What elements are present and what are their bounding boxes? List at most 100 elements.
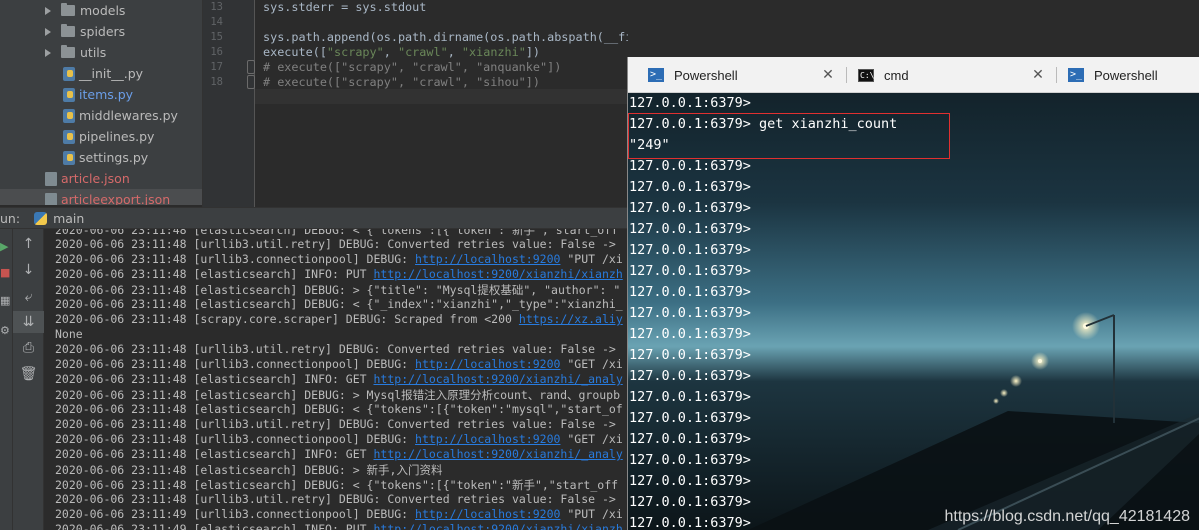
layout-icon[interactable]: ▦ (0, 291, 13, 309)
log-link[interactable]: http://localhost:9200 (415, 507, 560, 521)
log-line: 2020-06-06 23:11:48 [elasticsearch] DEBU… (55, 463, 443, 477)
close-icon[interactable]: ✕ (1031, 68, 1045, 82)
log-line: 2020-06-06 23:11:49 [elasticsearch] INFO… (55, 522, 623, 530)
terminal-line: 127.0.0.1:6379> (629, 158, 751, 174)
log-link[interactable]: http://localhost:9200 (415, 252, 560, 266)
tab-divider (846, 67, 847, 83)
print-icon[interactable]: ⎙ (13, 337, 44, 359)
run-side-toolbar: ▶ ■ ▦ ⚙ (0, 229, 13, 530)
trash-icon[interactable]: 🗑 (13, 363, 44, 385)
tree-item-spiders[interactable]: spiders (0, 21, 202, 42)
terminal-line: 127.0.0.1:6379> (629, 95, 751, 111)
tree-item-utils[interactable]: utils (0, 42, 202, 63)
code-line: execute(["scrapy", "crawl", "xianzhi"]) (263, 45, 541, 59)
terminal-line: 127.0.0.1:6379> (629, 242, 751, 258)
terminal-line: 127.0.0.1:6379> (629, 452, 751, 468)
code-line: sys.path.append(os.path.dirname(os.path.… (263, 30, 628, 44)
tree-item-models[interactable]: models (0, 0, 202, 21)
tab-cmd[interactable]: C:\ cmd (858, 57, 909, 93)
log-line: 2020-06-06 23:11:48 [elasticsearch] INFO… (55, 447, 623, 461)
log-line: 2020-06-06 23:11:48 [urllib3.connectionp… (55, 432, 623, 446)
run-config-tab[interactable]: main (53, 211, 84, 226)
log-line: 2020-06-06 23:11:48 [elasticsearch] DEBU… (55, 402, 623, 416)
line-number: 16 (210, 46, 223, 58)
powershell-icon: >_ (1068, 68, 1084, 82)
settings-icon[interactable]: ⚙ (0, 321, 13, 339)
log-link[interactable]: http://localhost:9200 (415, 357, 560, 371)
tab-powershell-1[interactable]: >_ Powershell (648, 57, 738, 93)
fold-marker-icon[interactable] (247, 75, 255, 89)
tree-item-articleexport-json[interactable]: articleexport.json (0, 189, 202, 205)
code-line-comment: # execute(["scrapy", "crawl", "anquanke"… (263, 60, 562, 74)
tree-item-label: spiders (80, 24, 126, 39)
log-line: 2020-06-06 23:11:48 [elasticsearch] INFO… (55, 267, 623, 281)
log-line: 2020-06-06 23:11:48 [scrapy.core.scraper… (55, 312, 623, 326)
terminal-line: 127.0.0.1:6379> (629, 200, 751, 216)
tree-item-article-json[interactable]: article.json (0, 168, 202, 189)
line-number: 15 (210, 31, 223, 43)
line-number: 14 (210, 16, 223, 28)
python-file-icon (63, 108, 75, 123)
folder-icon (61, 45, 75, 58)
terminal-line: "249" (629, 137, 670, 153)
expand-arrow-icon[interactable] (45, 27, 51, 36)
soft-wrap-icon[interactable]: ⤶ (13, 286, 44, 308)
log-line: None (55, 327, 83, 341)
log-line: 2020-06-06 23:11:48 [elasticsearch] DEBU… (55, 297, 623, 311)
code-line: sys.stderr = sys.stdout (263, 0, 427, 14)
scroll-down-icon[interactable]: ↓ (13, 259, 44, 281)
console-toolbar: ↑ ↓ ⤶ ⇊ ⎙ 🗑 (13, 229, 44, 530)
scroll-up-icon[interactable]: ↑ (13, 233, 44, 255)
tab-powershell-2[interactable]: >_ Powershell (1068, 57, 1158, 93)
json-file-icon (45, 192, 57, 205)
fold-marker-icon[interactable] (247, 60, 255, 74)
log-link[interactable]: http://localhost:9200 (415, 432, 560, 446)
log-link[interactable]: http://localhost:9200/xianzhi/xianzh (374, 267, 623, 281)
log-link[interactable]: http://localhost:9200/xianzhi/xianzh (374, 522, 623, 530)
terminal-line: 127.0.0.1:6379> (629, 494, 751, 510)
folder-icon (61, 24, 75, 37)
log-link[interactable]: http://localhost:9200/xianzhi/_analy (374, 447, 623, 461)
cmd-icon: C:\ (858, 68, 875, 82)
project-tree: models spiders utils __init__.py items.p… (0, 0, 202, 205)
tab-label: Powershell (674, 67, 738, 83)
log-line: 2020-06-06 23:11:48 [elasticsearch] INFO… (55, 372, 623, 386)
tree-item-pipelines[interactable]: pipelines.py (0, 126, 202, 147)
rerun-icon[interactable]: ▶ (0, 237, 13, 255)
tab-label: Powershell (1094, 67, 1158, 83)
log-line: 2020-06-06 23:11:48 [elasticsearch] DEBU… (55, 478, 619, 492)
tab-label: cmd (884, 67, 909, 83)
log-link[interactable]: https://xz.aliy (519, 312, 623, 326)
expand-arrow-icon[interactable] (45, 48, 51, 57)
log-line: 2020-06-06 23:11:48 [urllib3.util.retry]… (55, 237, 623, 251)
current-line-highlight (255, 89, 628, 104)
terminal-tab-bar: >_ Powershell ✕ C:\ cmd ✕ >_ Powershell (628, 57, 1199, 93)
json-file-icon (45, 171, 57, 186)
tree-item-init[interactable]: __init__.py (0, 63, 202, 84)
tree-item-middlewares[interactable]: middlewares.py (0, 105, 202, 126)
terminal-line: 127.0.0.1:6379> (629, 368, 751, 384)
line-number: 18 (210, 76, 223, 88)
terminal-background: 127.0.0.1:6379> 127.0.0.1:6379> get xianz… (628, 93, 1199, 530)
python-file-icon (63, 87, 75, 102)
tree-item-label: settings.py (79, 150, 149, 165)
scroll-to-end-icon[interactable]: ⇊ (13, 311, 44, 333)
terminal-window[interactable]: >_ Powershell ✕ C:\ cmd ✕ >_ Powershell (627, 57, 1199, 530)
log-link[interactable]: http://localhost:9200/xianzhi/_analy (374, 372, 623, 386)
run-panel-header: un: main (0, 207, 628, 229)
log-line: 2020-06-06 23:11:49 [urllib3.connectionp… (55, 507, 623, 521)
stop-icon[interactable]: ■ (0, 263, 13, 281)
run-label: un: (0, 210, 21, 226)
tree-item-settings[interactable]: settings.py (0, 147, 202, 168)
console-output[interactable]: 2020-06-06 23:11:48 [elasticsearch] DEBU… (44, 229, 628, 530)
terminal-line: 127.0.0.1:6379> get xianzhi_count (629, 116, 898, 132)
tree-item-items[interactable]: items.py (0, 84, 202, 105)
powershell-icon: >_ (648, 68, 664, 82)
code-editor[interactable]: 13 14 15 16 17 18 sys.stderr = sys.stdou… (202, 0, 628, 207)
python-file-icon (63, 150, 75, 165)
expand-arrow-icon[interactable] (45, 6, 51, 15)
close-icon[interactable]: ✕ (821, 68, 835, 82)
tree-item-label: utils (80, 45, 107, 60)
terminal-line: 127.0.0.1:6379> (629, 431, 751, 447)
terminal-line: 127.0.0.1:6379> (629, 263, 751, 279)
